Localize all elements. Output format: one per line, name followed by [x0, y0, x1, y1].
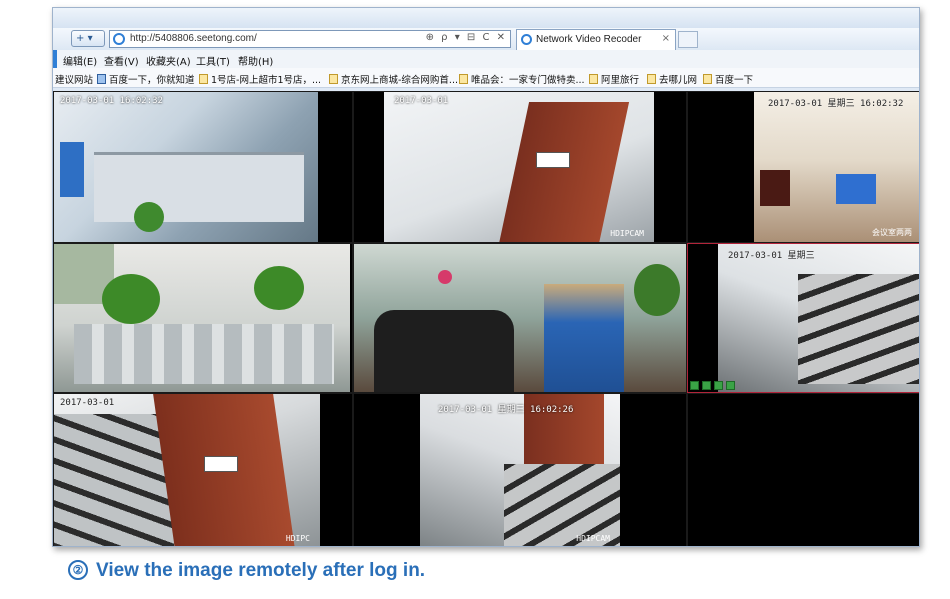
- camera-view-1[interactable]: 2017-03-01 16:02:32: [53, 91, 353, 243]
- camera-watermark: HDIPCAM: [576, 534, 610, 543]
- camera-controls: [690, 381, 735, 390]
- camera-view-7[interactable]: 2017-03-01 HDIPC: [53, 393, 353, 546]
- office-scene-shape: [754, 92, 919, 242]
- tab-ie-icon: [521, 34, 532, 45]
- ie-icon: [113, 33, 125, 45]
- page-icon: [199, 74, 208, 84]
- blue-crate-shape: [836, 174, 876, 204]
- step-number: ②: [68, 560, 88, 580]
- caption-text: View the image remotely after log in.: [96, 560, 426, 581]
- record-icon[interactable]: [690, 381, 699, 390]
- shelf-shape: [798, 274, 919, 384]
- tab-network-video-recoder[interactable]: Network Video Recoder ×: [516, 29, 676, 50]
- browser-window: + ▾ http://5408806.seetong.com/ ⊕ ρ ▾ ⊟ …: [52, 7, 920, 547]
- close-tab-icon[interactable]: ×: [662, 33, 670, 44]
- flower-shape: [438, 270, 452, 284]
- menu-accent: [53, 50, 57, 68]
- address-bar[interactable]: http://5408806.seetong.com/ ⊕ ρ ▾ ⊟ C ✕: [109, 30, 511, 48]
- baidu-icon: [97, 74, 106, 84]
- camera-view-4[interactable]: [53, 243, 353, 393]
- camera-watermark: 会议室两两: [872, 228, 912, 237]
- plant-shape: [254, 266, 304, 310]
- page-icon: [703, 74, 712, 84]
- sign-shape: [204, 456, 238, 472]
- favorites-bar: 建议网站 百度一下，你就知道 1号店-网上超市1号店，... 京东网上商城-综合…: [53, 68, 919, 88]
- camera-timestamp: 2017-03-01: [394, 96, 449, 106]
- chair-shape: [374, 310, 514, 392]
- camera-view-6[interactable]: 2017-03-01 星期三: [687, 243, 919, 393]
- menu-bar: 编辑(E) 查看(V) 收藏夹(A) 工具(T) 帮助(H): [53, 50, 919, 68]
- camera-watermark: HDIPCAM: [610, 229, 644, 238]
- speaker-icon[interactable]: [714, 381, 723, 390]
- fav-jd[interactable]: 京东网上商城-综合网购首...: [329, 72, 458, 86]
- menu-edit[interactable]: 编辑(E): [63, 53, 97, 68]
- new-tab-button[interactable]: [678, 31, 698, 48]
- menu-help[interactable]: 帮助(H): [238, 53, 273, 68]
- box-shape: [544, 284, 624, 392]
- fav-yhd[interactable]: 1号店-网上超市1号店，...: [199, 72, 321, 86]
- menu-favorites[interactable]: 收藏夹(A): [146, 53, 191, 68]
- camera-timestamp: 2017-03-01 星期三: [728, 251, 815, 261]
- cubicle-shape: [74, 324, 334, 384]
- page-icon: [459, 74, 468, 84]
- audio-icon[interactable]: [702, 381, 711, 390]
- shelf-shape: [54, 414, 174, 546]
- sign-shape: [536, 152, 570, 168]
- camera-grid: 2017-03-01 16:02:32 2017-03-01 HDIPCAM 2…: [53, 91, 919, 546]
- menu-view[interactable]: 查看(V): [104, 53, 139, 68]
- plant-shape: [634, 264, 680, 316]
- address-row: + ▾ http://5408806.seetong.com/ ⊕ ρ ▾ ⊟ …: [53, 28, 919, 50]
- caption: ② View the image remotely after log in.: [68, 560, 425, 582]
- menu-tools[interactable]: 工具(T): [196, 53, 230, 68]
- plant-shape: [134, 202, 164, 232]
- page-icon: [589, 74, 598, 84]
- camera-timestamp: 2017-03-01: [60, 398, 115, 408]
- red-chair-shape: [760, 170, 790, 206]
- camera-view-9[interactable]: [687, 393, 919, 546]
- camera-timestamp: 2017-03-01 16:02:32: [60, 96, 163, 106]
- blue-cabinet-shape: [60, 142, 84, 197]
- office-desks-shape: [94, 152, 304, 222]
- snapshot-icon[interactable]: [726, 381, 735, 390]
- fav-qunar[interactable]: 去哪儿网: [647, 72, 697, 86]
- black-strip: [350, 244, 352, 392]
- page-icon: [329, 74, 338, 84]
- camera-view-2[interactable]: 2017-03-01 HDIPCAM: [353, 91, 687, 243]
- plant-shape: [102, 274, 160, 324]
- page-icon: [647, 74, 656, 84]
- black-strip: [318, 92, 352, 242]
- browser-top-strip: [53, 8, 919, 28]
- camera-watermark: HDIPC: [285, 534, 310, 543]
- camera-view-5[interactable]: [353, 243, 687, 393]
- back-forward-button[interactable]: + ▾: [71, 30, 105, 47]
- fav-alitrip[interactable]: 阿里旅行: [589, 72, 639, 86]
- camera-timestamp: 2017-03-01 星期三 16:02:26: [438, 405, 574, 415]
- fav-baidu[interactable]: 百度一下，你就知道: [97, 72, 195, 86]
- camera-view-3[interactable]: 2017-03-01 星期三 16:02:32 会议室两两: [687, 91, 919, 243]
- fav-suggested-sites[interactable]: 建议网站: [55, 72, 93, 86]
- url-text: http://5408806.seetong.com/: [130, 33, 257, 44]
- camera-timestamp: 2017-03-01 星期三 16:02:32: [768, 99, 904, 109]
- camera-view-8[interactable]: 2017-03-01 星期三 16:02:26 HDIPCAM: [353, 393, 687, 546]
- tab-title: Network Video Recoder: [536, 34, 642, 45]
- address-tools-icon[interactable]: ⊕ ρ ▾ ⊟ C ✕: [426, 32, 507, 43]
- fav-baidu-2[interactable]: 百度一下: [703, 72, 753, 86]
- fav-vip[interactable]: 唯品会：一家专门做特卖...: [459, 72, 585, 86]
